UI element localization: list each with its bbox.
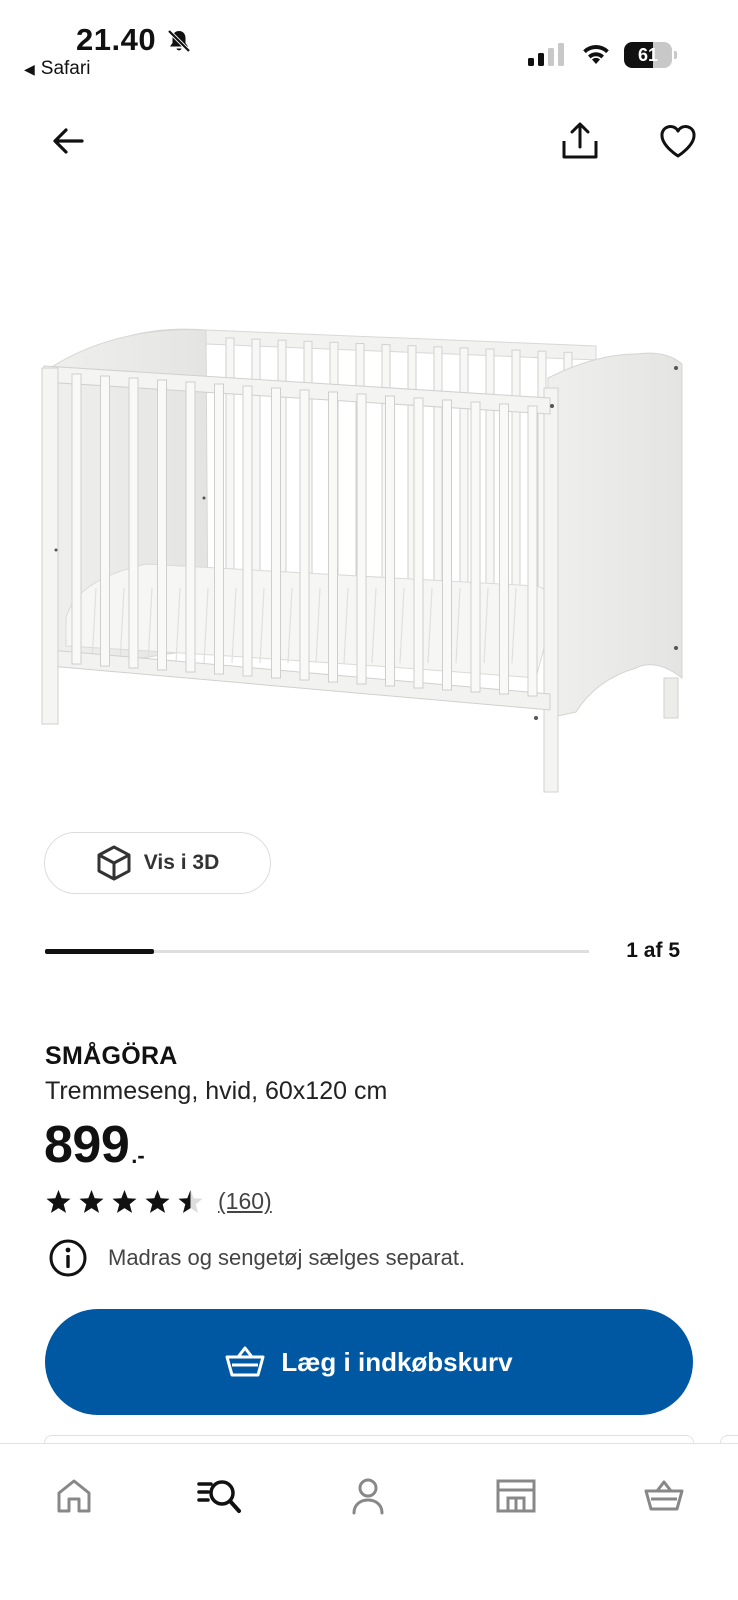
favourite-button[interactable] bbox=[650, 113, 706, 169]
star-full-icon bbox=[145, 1189, 170, 1213]
heart-icon bbox=[660, 124, 696, 158]
search-list-icon bbox=[197, 1480, 241, 1513]
battery-percent: 61 bbox=[637, 45, 659, 65]
tab-home[interactable] bbox=[44, 1466, 104, 1526]
product-image[interactable] bbox=[36, 318, 702, 808]
back-app-label: Safari bbox=[40, 58, 91, 79]
cellular-signal-icon bbox=[528, 43, 564, 66]
view-3d-label: Vis i 3D bbox=[143, 851, 220, 874]
basket-icon bbox=[644, 1480, 684, 1511]
status-time: 21.40 bbox=[76, 22, 157, 57]
star-full-icon bbox=[79, 1189, 104, 1213]
status-bar: 21.40 ◀ Safari 61 bbox=[0, 0, 738, 90]
back-button[interactable] bbox=[40, 113, 96, 169]
tab-basket[interactable] bbox=[634, 1466, 694, 1526]
product-notice: Madras og sengetøj sælges separat. bbox=[48, 1238, 465, 1278]
price-value: 899 bbox=[44, 1116, 130, 1174]
star-full-icon bbox=[112, 1189, 137, 1213]
product-price: 899 .- bbox=[44, 1115, 145, 1175]
back-triangle-icon: ◀ bbox=[24, 60, 35, 77]
home-icon bbox=[57, 1479, 91, 1513]
tab-search[interactable] bbox=[190, 1466, 250, 1526]
back-to-safari[interactable]: ◀ Safari bbox=[24, 58, 90, 80]
notice-text: Madras og sengetøj sælges separat. bbox=[108, 1245, 466, 1270]
gallery-counter: 1 af 5 bbox=[626, 939, 680, 962]
share-button[interactable] bbox=[552, 113, 608, 169]
tab-store[interactable] bbox=[486, 1466, 546, 1526]
info-icon bbox=[49, 1239, 87, 1277]
battery-indicator: 61 bbox=[624, 42, 677, 68]
rating-stars bbox=[45, 1189, 204, 1215]
product-rating[interactable]: (160) bbox=[45, 1188, 272, 1215]
add-to-cart-label: Læg i indkøbskurv bbox=[281, 1346, 513, 1377]
store-icon bbox=[496, 1479, 536, 1513]
view-3d-button[interactable]: Vis i 3D bbox=[44, 832, 271, 894]
gallery-progress bbox=[45, 949, 589, 954]
review-count-link[interactable]: (160) bbox=[218, 1188, 272, 1215]
basket-icon bbox=[225, 1346, 265, 1377]
tab-profile[interactable] bbox=[338, 1466, 398, 1526]
share-icon bbox=[562, 122, 598, 159]
star-half-icon bbox=[178, 1189, 203, 1213]
bottom-tab-bar bbox=[0, 1443, 738, 1600]
star-full-icon bbox=[46, 1189, 71, 1213]
wifi-icon bbox=[583, 45, 609, 64]
profile-icon bbox=[352, 1478, 384, 1515]
add-to-cart-button[interactable]: Læg i indkøbskurv bbox=[45, 1309, 693, 1415]
price-suffix: .- bbox=[131, 1143, 145, 1168]
arrow-left-icon bbox=[53, 128, 84, 154]
product-name: SMÅGÖRA bbox=[45, 1042, 178, 1070]
gallery-progress-fill bbox=[45, 949, 154, 954]
product-description: Tremmeseng, hvid, 60x120 cm bbox=[45, 1077, 388, 1105]
bell-muted-icon bbox=[167, 29, 191, 53]
cube-3d-icon bbox=[97, 845, 131, 881]
